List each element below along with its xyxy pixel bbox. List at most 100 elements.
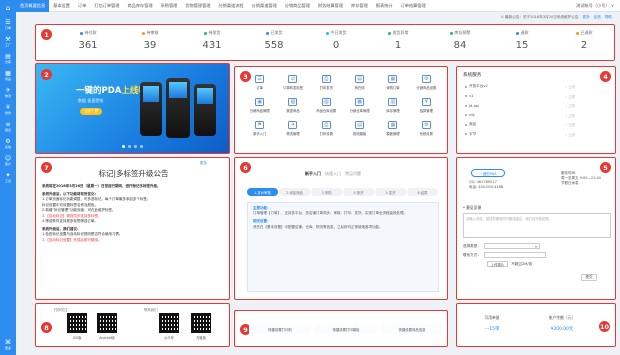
feedback-textarea[interactable]: 请输入内容，描述您遇到的问题或建议，我们将尽快处理。	[463, 213, 611, 238]
quick-link-icon: ⇄	[288, 75, 298, 83]
quick-link-label: 模板管理	[386, 132, 400, 136]
stat-item[interactable]: 发货异常 1	[368, 30, 428, 51]
quick-link-item[interactable]: ▤ 商在线	[343, 75, 376, 95]
quick-link-item[interactable]: ▧ 渠道商品	[276, 98, 309, 118]
promo-banner[interactable]: 2 一键的PDA上线啦 数据 极速提效 立即了解	[35, 63, 230, 154]
stat-value: 84	[453, 40, 467, 51]
bullet-icon	[465, 95, 467, 98]
tab-quick-start[interactable]: 快速入门	[325, 171, 341, 177]
help-link[interactable]: 帮助	[605, 15, 612, 20]
nav-tab-0[interactable]: 首页概要信息	[16, 0, 50, 12]
status-dot-icon	[515, 31, 519, 35]
quick-link-item[interactable]: ▩ 分销仓库管理	[343, 98, 376, 118]
guide-step-6[interactable]: 6.结算	[407, 188, 438, 196]
stat-item[interactable]: 今日发货 0	[306, 30, 366, 51]
sidebar-item-8[interactable]: ☺ 客户	[0, 152, 16, 169]
banner-learn-more-button[interactable]: 立即了解	[80, 108, 102, 115]
quick-link-item[interactable]: ▥ 库存管理	[376, 98, 409, 118]
sidebar-item-label: 报表	[4, 128, 11, 132]
guide-step-2[interactable]: 2.添加商品	[279, 188, 310, 196]
nav-tab-9[interactable]: 分销商品管理	[281, 0, 314, 12]
nav-tab-8[interactable]: 分销渠道管理	[248, 0, 281, 12]
stat-item[interactable]: 已发货 558	[244, 30, 304, 51]
quick-link-icon: ▤	[355, 121, 365, 129]
quick-link-item[interactable]: ▨ 商品仓库设置	[310, 98, 343, 118]
quick-link-item[interactable]: ⚙ 系统设置	[410, 121, 443, 141]
more-link[interactable]: 更多	[582, 15, 589, 20]
announcement-more-link[interactable]: 更多	[200, 161, 207, 166]
quick-link-item[interactable]: ✈ 物流管理	[276, 121, 309, 141]
goods-shortcut-button[interactable]: 快捷设置商品信息	[381, 324, 443, 334]
home-icon[interactable]: ⌂	[0, 0, 16, 16]
quick-link-item[interactable]: ⎙ 打印设置	[310, 121, 343, 141]
nav-tab-13[interactable]: 订单结算管理	[397, 0, 430, 12]
guide-step-3[interactable]: 3.采购	[311, 188, 342, 196]
sidebar-item-3[interactable]: ▦ 商品	[0, 67, 16, 84]
quick-link-item[interactable]: ⎙ 打印发货	[310, 75, 343, 95]
stat-item[interactable]: 退款 15	[492, 30, 552, 51]
nav-tab-4[interactable]: 商品库存管理	[123, 0, 156, 12]
nav-tab-5[interactable]: 采购管理	[157, 0, 182, 12]
nav-tab-3[interactable]: 打包订单管理	[90, 0, 123, 12]
stat-item[interactable]: 待付款 361	[58, 30, 118, 51]
latest-notice-text[interactable]: ⚠ 最新公告：关于2018年3月20日系统维护公告	[501, 15, 579, 20]
guide-step-1[interactable]: 1.定价审核	[247, 188, 278, 196]
nav-tab-10[interactable]: 财务结算管理	[314, 0, 347, 12]
quick-link-item[interactable]: ⚙ 分销商品设置	[410, 75, 443, 95]
sidebar-item-4[interactable]: ✈ 物流	[0, 84, 16, 101]
service-row: v1 ✓ 正常	[465, 92, 575, 102]
nav-tab-7[interactable]: 分销渠道流程	[214, 0, 247, 12]
quick-link-item[interactable]: ▣ 分销商品管理	[243, 98, 276, 118]
guide-step-4[interactable]: 4.拣货	[343, 188, 374, 196]
account-balance-value[interactable]: ¥200.00元	[537, 326, 587, 332]
sidebar-item-6[interactable]: ≡ 报表	[0, 118, 16, 135]
stat-item[interactable]: 已退款 2	[554, 30, 614, 51]
service-name: v1	[465, 94, 473, 98]
tab-faq[interactable]: 常见问题	[345, 171, 361, 177]
quick-link-item[interactable]: ▦ 采购订单	[376, 75, 409, 95]
sidebar-item-5[interactable]: ¥ 财务	[0, 101, 16, 118]
guide-content: 主要功能： 订单管理【订单】，支持多平台、多店铺订单同步、审核、打印、发货，实现…	[247, 202, 439, 292]
quick-link-item[interactable]: ▤ 物流模板	[343, 121, 376, 141]
template-shortcut-button[interactable]: 快捷设置打印模板	[315, 324, 377, 334]
type-select[interactable]: ▾	[483, 243, 540, 249]
sidebar-item-0[interactable]: ☰ 订单	[0, 16, 16, 33]
sidebar-item-7[interactable]: ⚙ 系统	[0, 135, 16, 152]
sidebar-item-more[interactable]: ⌘ 更多	[0, 336, 16, 353]
stat-item[interactable]: 库存预警 84	[430, 30, 490, 51]
guide-step-5[interactable]: 5.发货	[375, 188, 406, 196]
nav-tab-12[interactable]: 报表统计	[372, 0, 397, 12]
service-name-text: 开放平台v2	[469, 84, 488, 89]
stat-item[interactable]: 待审核 39	[120, 30, 180, 51]
tab-newbie[interactable]: 新手入门	[305, 171, 321, 177]
sidebar-item-label: 商品	[4, 77, 11, 81]
submit-button[interactable]: 提交	[581, 274, 597, 281]
nav-tab-1[interactable]: 基本设置	[49, 0, 74, 12]
carousel-dots[interactable]	[122, 145, 143, 148]
stat-value: 1	[394, 40, 402, 51]
quick-link-icon: ¥	[421, 98, 431, 106]
user-menu[interactable]: 测试帐号（小号） ∨	[576, 3, 620, 9]
available-orders-value[interactable]: ---15单	[467, 326, 517, 332]
quick-link-item[interactable]: ▦ 模板管理	[376, 121, 409, 141]
quick-link-item[interactable]: ¥ 结算管理	[410, 98, 443, 118]
quick-link-item[interactable]: ⚑ 新手入门	[243, 121, 276, 141]
sidebar-item-2[interactable]: ▤ 仓库	[0, 50, 16, 67]
quick-link-item[interactable]: ☰ 订单	[243, 75, 276, 95]
sidebar-item-1[interactable]: ⚒ 工厂	[0, 33, 16, 50]
stat-label: 发货异常	[368, 30, 428, 36]
sidebar-item-label: 物流	[4, 94, 11, 98]
quick-link-label: 分销商品管理	[249, 109, 270, 113]
feedback-link[interactable]: 反馈	[594, 15, 601, 20]
upload-image-button[interactable]: 上传图片	[487, 261, 509, 267]
quick-link-item[interactable]: ⇄ 订单转发标签	[276, 75, 309, 95]
customer-icon: ☺	[4, 155, 12, 162]
nav-tab-2[interactable]: 订单	[74, 0, 90, 12]
nav-tab-6[interactable]: 货物管理管理	[181, 0, 214, 12]
sidebar-item-9[interactable]: ✦ 工具	[0, 169, 16, 186]
stat-item[interactable]: 待发货 431	[182, 30, 242, 51]
contact-input[interactable]	[483, 252, 546, 258]
printer-shortcut-button[interactable]: 快捷设置打印机	[249, 324, 311, 334]
qr-right-caption: 联系我们	[144, 308, 158, 312]
nav-tab-11[interactable]: 库存管理	[347, 0, 372, 12]
